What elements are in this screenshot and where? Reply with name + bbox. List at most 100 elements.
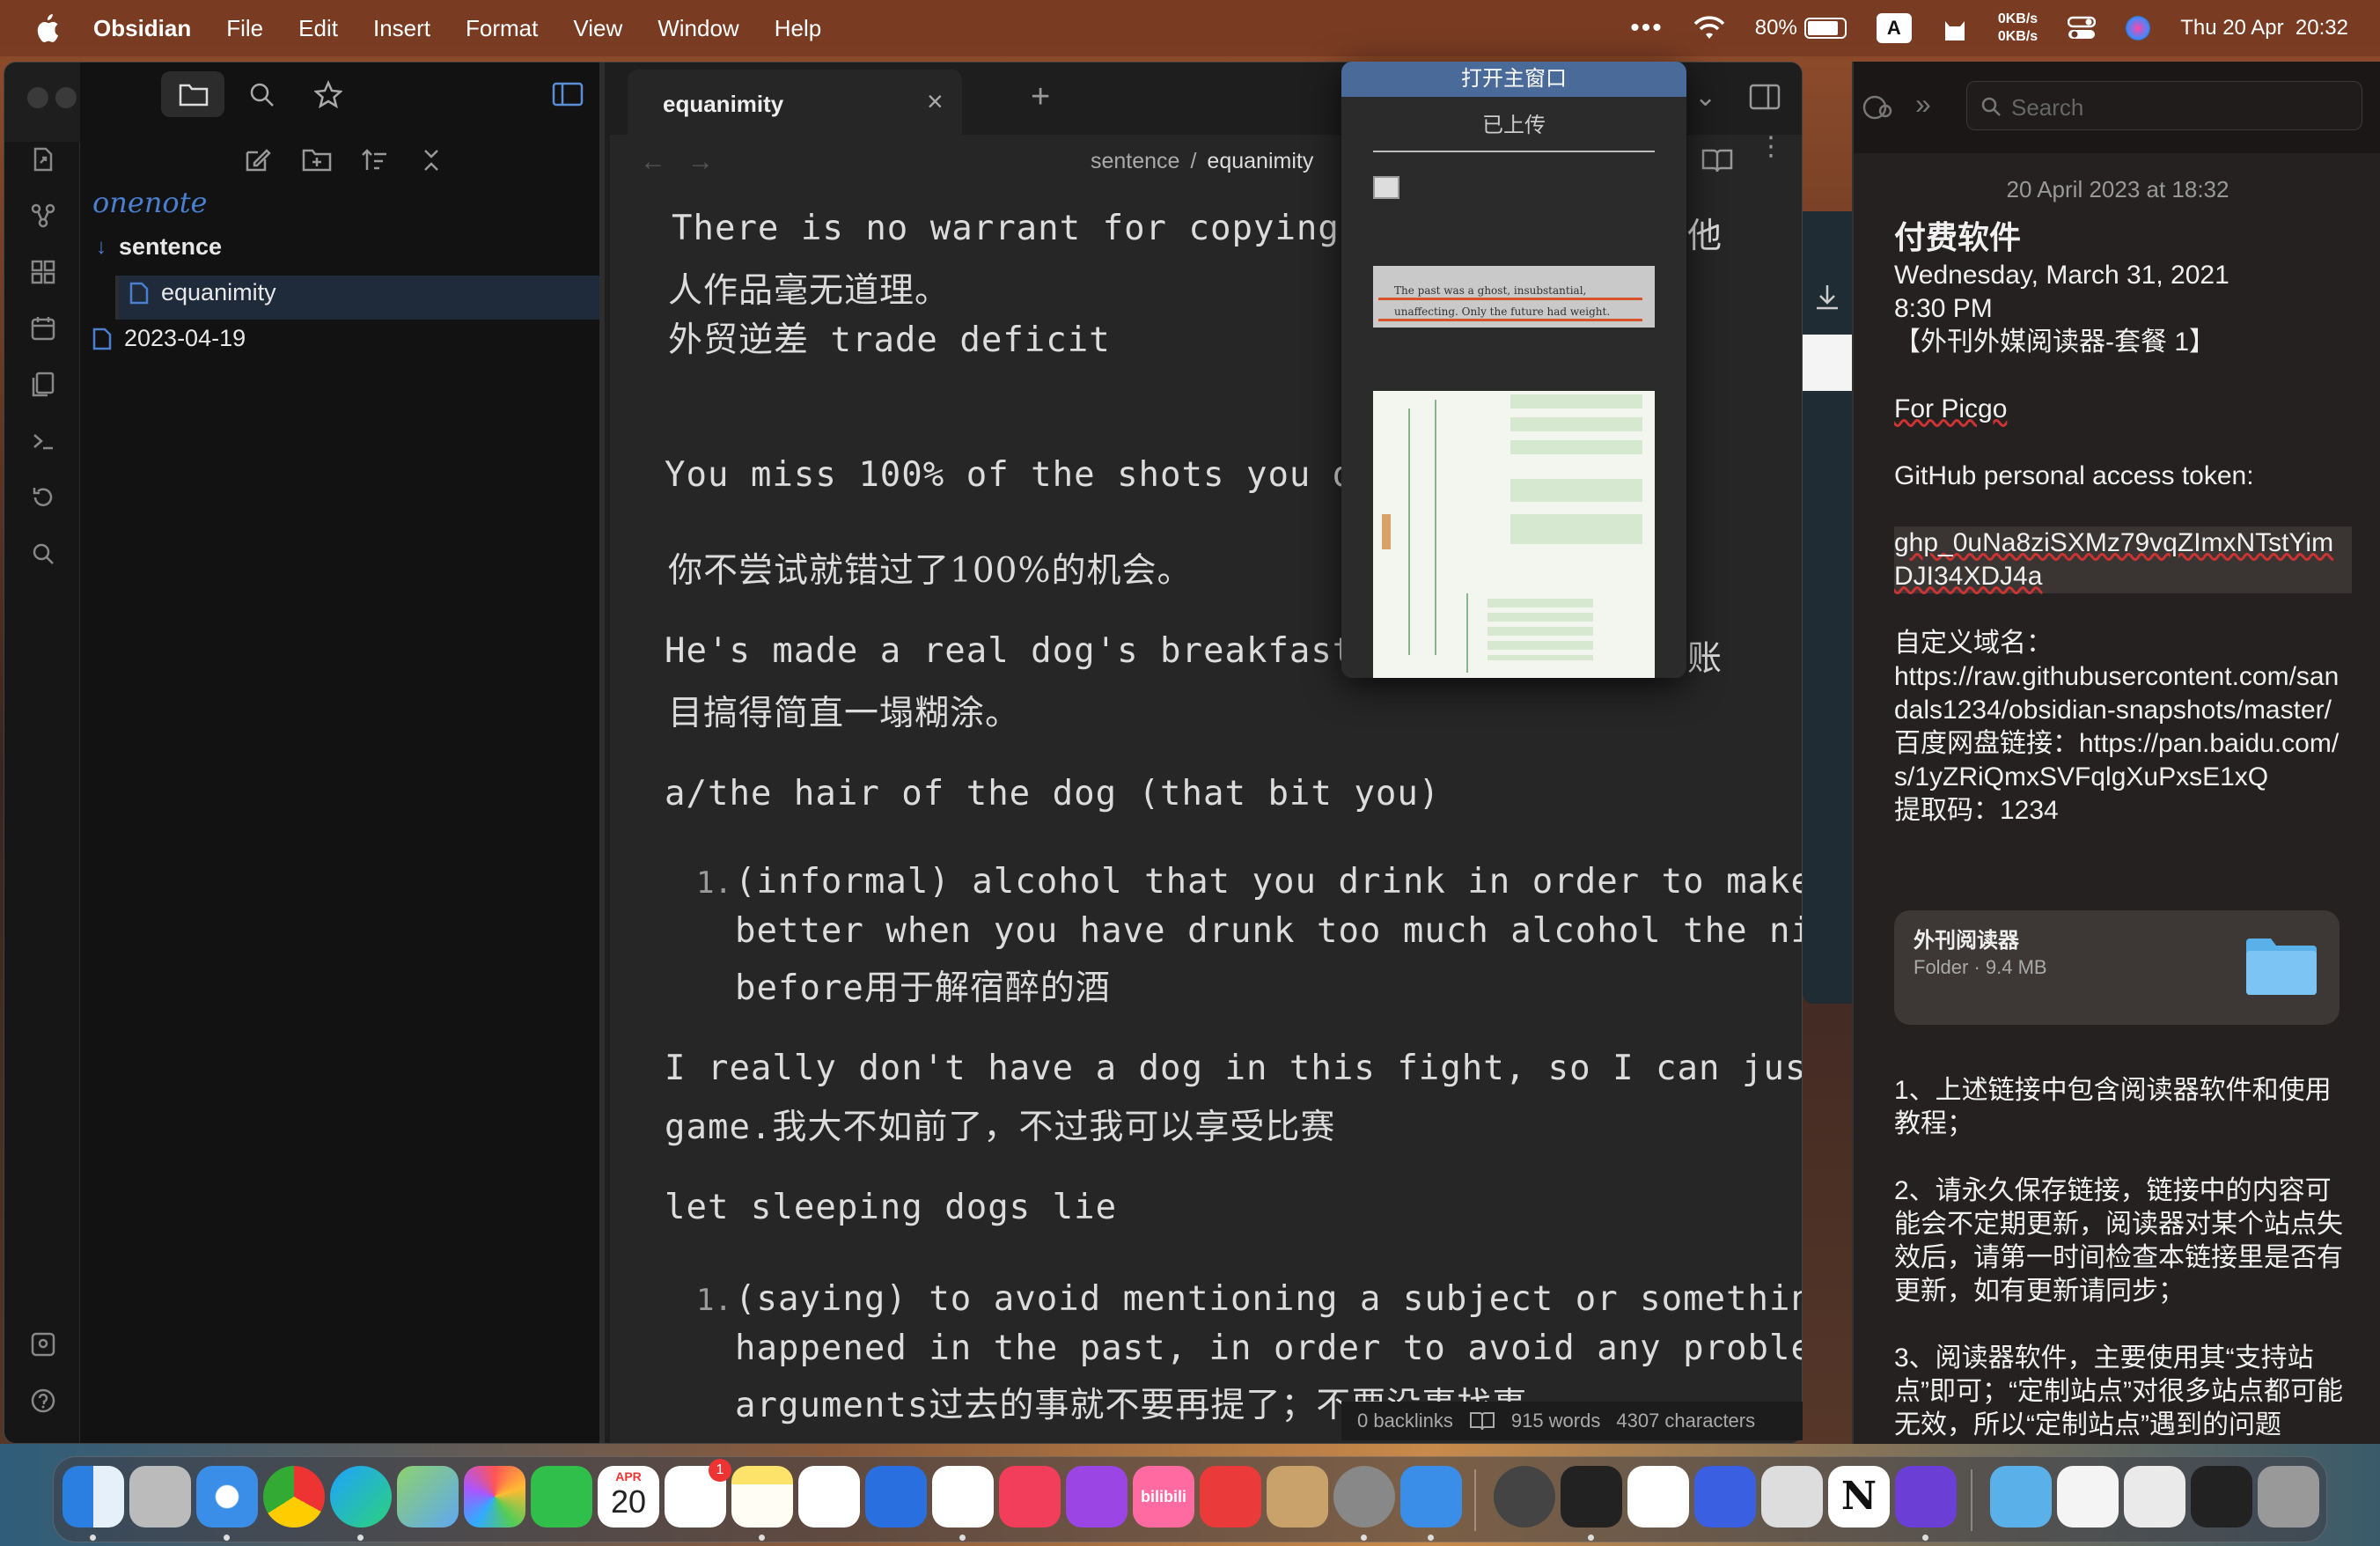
window-close-button[interactable] bbox=[27, 87, 48, 108]
chevron-right-icon[interactable]: » bbox=[1915, 88, 1931, 121]
menu-view[interactable]: View bbox=[573, 15, 622, 42]
bookmarks-star-icon[interactable] bbox=[314, 80, 342, 108]
folder-attachment-card[interactable]: 外刊阅读器 Folder · 9.4 MB bbox=[1894, 910, 2340, 1025]
note-line-url[interactable]: 百度网盘链接：https://pan.baidu.com/s/1yZRiQmxS… bbox=[1894, 727, 2352, 794]
daily-note-calendar-icon[interactable] bbox=[26, 311, 61, 346]
cat-icon[interactable] bbox=[1942, 14, 1968, 42]
feather-app-icon[interactable] bbox=[932, 1466, 994, 1528]
menu-insert[interactable]: Insert bbox=[373, 15, 430, 42]
notion-app-icon[interactable]: N bbox=[1828, 1466, 1890, 1528]
freeform-app-icon[interactable] bbox=[798, 1466, 860, 1528]
document-stack-icon[interactable] bbox=[2057, 1466, 2119, 1528]
settings-gear-icon[interactable] bbox=[26, 1439, 61, 1443]
dictionary-app-icon[interactable] bbox=[1400, 1466, 1462, 1528]
help-icon[interactable] bbox=[26, 1383, 61, 1418]
vault-switcher-icon[interactable] bbox=[26, 1327, 61, 1362]
sort-order-icon[interactable] bbox=[360, 147, 388, 173]
right-sidebar-toggle-icon[interactable] bbox=[1749, 84, 1781, 110]
wifi-icon[interactable] bbox=[1693, 16, 1725, 40]
history-icon[interactable] bbox=[26, 480, 61, 515]
tree-file-equanimity[interactable]: equanimity bbox=[129, 279, 276, 306]
textedit-app-icon[interactable] bbox=[1761, 1466, 1823, 1528]
tab-equanimity[interactable]: equanimity × bbox=[628, 70, 962, 135]
facetime-app-icon[interactable] bbox=[531, 1466, 592, 1528]
chevron-down-icon[interactable]: ⌄ bbox=[1694, 82, 1716, 113]
vault-name[interactable]: onenote bbox=[92, 186, 207, 219]
menu-help[interactable]: Help bbox=[775, 15, 821, 42]
back-arrow-icon[interactable]: ← bbox=[640, 147, 666, 177]
search-tab-icon[interactable] bbox=[247, 80, 275, 108]
collapse-all-icon[interactable] bbox=[418, 147, 444, 173]
picgo-link-text[interactable]: For Picgo bbox=[1894, 394, 2007, 423]
input-source-indicator[interactable]: A bbox=[1876, 13, 1912, 43]
apple-icon[interactable] bbox=[33, 13, 60, 43]
notes-app-icon[interactable] bbox=[731, 1466, 793, 1528]
backlinks-count[interactable]: 0 backlinks bbox=[1357, 1410, 1453, 1432]
download-icon[interactable] bbox=[1813, 282, 1841, 312]
more-icon[interactable]: ••• bbox=[1630, 13, 1664, 43]
canvas-icon[interactable] bbox=[26, 254, 61, 290]
note-line-url[interactable]: https://raw.githubusercontent.com/sandal… bbox=[1894, 660, 2352, 727]
safari-app-icon[interactable] bbox=[196, 1466, 258, 1528]
siri-icon[interactable] bbox=[2126, 16, 2151, 40]
obsidian-app-icon[interactable] bbox=[1895, 1466, 1957, 1528]
video-app-icon[interactable] bbox=[1561, 1466, 1622, 1528]
tree-file-2023-04-19[interactable]: 2023-04-19 bbox=[92, 325, 246, 352]
new-tab-icon[interactable]: + bbox=[1031, 78, 1050, 116]
close-icon[interactable]: × bbox=[927, 85, 944, 118]
forward-arrow-icon[interactable]: → bbox=[687, 147, 714, 177]
open-quick-switcher-icon[interactable] bbox=[26, 142, 61, 177]
photos-app-icon[interactable] bbox=[464, 1466, 525, 1528]
system-settings-app-icon[interactable] bbox=[1333, 1466, 1395, 1528]
podcasts-app-icon[interactable] bbox=[1066, 1466, 1128, 1528]
command-palette-icon[interactable] bbox=[26, 423, 61, 459]
control-center-icon[interactable] bbox=[2068, 16, 2097, 40]
netease-music-app-icon[interactable] bbox=[1200, 1466, 1261, 1528]
mindmap-thumbnail[interactable] bbox=[1373, 391, 1655, 678]
chrome-app-icon[interactable] bbox=[263, 1466, 325, 1528]
bilibili-app-icon[interactable]: bilibili bbox=[1133, 1466, 1194, 1528]
new-note-icon[interactable] bbox=[244, 147, 272, 173]
reminders-app-icon[interactable]: 1 bbox=[665, 1459, 731, 1528]
downloads-folder-icon[interactable] bbox=[1990, 1466, 2052, 1528]
screenshot-stack-icon[interactable] bbox=[2124, 1466, 2185, 1528]
trash-icon[interactable] bbox=[2258, 1466, 2319, 1528]
uploaded-image-thumbnail[interactable]: The past was a ghost, insubstantial, una… bbox=[1373, 266, 1655, 328]
calendar-app-icon[interactable]: APR 20 bbox=[598, 1466, 659, 1528]
pencil-app-icon[interactable] bbox=[1694, 1466, 1756, 1528]
menu-format[interactable]: Format bbox=[466, 15, 538, 42]
aquarelo-app-icon[interactable] bbox=[1494, 1466, 1555, 1528]
tree-folder-sentence[interactable]: ↓ sentence bbox=[96, 233, 222, 261]
open-main-window-button[interactable]: 打开主窗口 bbox=[1341, 62, 1686, 97]
search-icon[interactable] bbox=[26, 536, 61, 571]
menubar-clock[interactable]: Thu 20 Apr 20:32 bbox=[2180, 16, 2348, 40]
templates-icon[interactable] bbox=[26, 367, 61, 402]
breadcrumb-file[interactable]: equanimity bbox=[1207, 149, 1313, 174]
archive-utility-app-icon[interactable] bbox=[1267, 1466, 1328, 1528]
note-body[interactable]: 付费软件 Wednesday, March 31, 2021 8:30 PM 【… bbox=[1894, 217, 2352, 828]
slack-app-icon[interactable] bbox=[1627, 1466, 1689, 1528]
edge-app-icon[interactable] bbox=[330, 1466, 392, 1528]
more-options-icon[interactable]: ⋮ bbox=[1758, 134, 1784, 160]
search-input[interactable]: Search bbox=[1966, 81, 2362, 130]
new-folder-icon[interactable] bbox=[302, 147, 332, 173]
maps-app-icon[interactable] bbox=[397, 1466, 459, 1528]
menu-file[interactable]: File bbox=[226, 15, 263, 42]
menu-window[interactable]: Window bbox=[657, 15, 738, 42]
reading-view-icon[interactable] bbox=[1701, 147, 1733, 173]
window-stack-icon[interactable] bbox=[2191, 1466, 2252, 1528]
finder-app-icon[interactable] bbox=[62, 1466, 124, 1528]
music-app-icon[interactable] bbox=[999, 1466, 1061, 1528]
graph-view-icon[interactable] bbox=[26, 198, 61, 233]
collaborate-icon[interactable] bbox=[1861, 92, 1896, 123]
thumbnail-preview[interactable] bbox=[1803, 335, 1852, 391]
launchpad-app-icon[interactable] bbox=[129, 1466, 191, 1528]
menu-edit[interactable]: Edit bbox=[298, 15, 338, 42]
window-minimize-button[interactable] bbox=[55, 87, 77, 108]
qq-app-icon[interactable] bbox=[865, 1466, 927, 1528]
menu-app-name[interactable]: Obsidian bbox=[93, 15, 191, 42]
battery-status[interactable]: 80% bbox=[1755, 16, 1847, 40]
breadcrumb-folder[interactable]: sentence bbox=[1091, 149, 1179, 174]
toggle-sidebar-icon[interactable] bbox=[552, 82, 584, 107]
reading-mode-icon[interactable] bbox=[1469, 1410, 1495, 1432]
